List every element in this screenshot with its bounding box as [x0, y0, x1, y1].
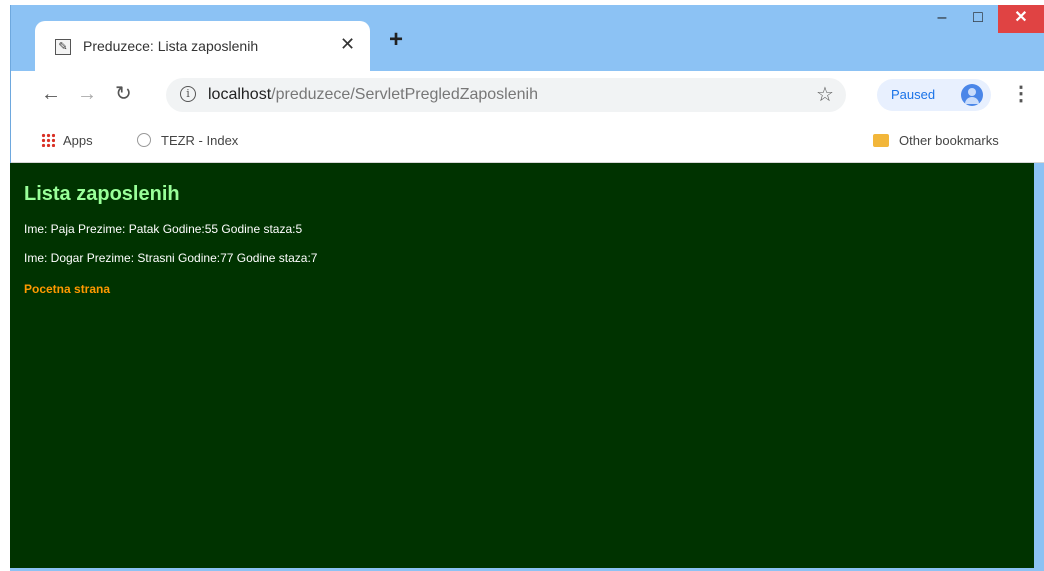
- plus-icon[interactable]: +: [389, 28, 403, 52]
- favicon-icon: ✎: [55, 39, 71, 55]
- star-icon[interactable]: ☆: [816, 82, 834, 107]
- info-icon[interactable]: i: [180, 86, 196, 102]
- toolbar: ← → ↻ i localhost/preduzece/ServletPregl…: [11, 71, 1044, 119]
- bookmark-apps-label: Apps: [63, 133, 93, 148]
- window-close-button[interactable]: ✕: [998, 5, 1044, 33]
- tab-active[interactable]: ✎ Preduzece: Lista zaposlenih ✕: [35, 21, 370, 71]
- url-host: localhost: [208, 86, 272, 103]
- bookmark-other-label: Other bookmarks: [899, 133, 999, 148]
- address-bar[interactable]: i localhost/preduzece/ServletPregledZapo…: [166, 78, 846, 112]
- employee-row: Ime: Dogar Prezime: Strasni Godine:77 Go…: [24, 251, 318, 265]
- home-link[interactable]: Pocetna strana: [24, 282, 110, 296]
- avatar-icon: [961, 84, 983, 106]
- employee-row: Ime: Paja Prezime: Patak Godine:55 Godin…: [24, 222, 303, 236]
- page-content: Lista zaposlenih Ime: Paja Prezime: Pata…: [10, 163, 1034, 568]
- folder-icon: [873, 134, 889, 147]
- bookmark-tezr-index[interactable]: TEZR - Index: [137, 133, 238, 148]
- apps-icon: [41, 133, 55, 147]
- menu-icon[interactable]: ⋮: [1011, 81, 1031, 107]
- profile-label: Paused: [891, 87, 936, 102]
- minimize-button[interactable]: –: [924, 5, 960, 33]
- close-icon[interactable]: ✕: [340, 34, 355, 55]
- bookmark-index-label: TEZR - Index: [161, 133, 239, 148]
- globe-icon: [137, 133, 151, 147]
- maximize-button[interactable]: □: [960, 5, 996, 33]
- bookmark-other[interactable]: Other bookmarks: [873, 133, 999, 148]
- bookmarks-bar: Apps TEZR - Index Other bookmarks: [11, 119, 1044, 163]
- back-icon[interactable]: ←: [41, 81, 61, 107]
- url-text[interactable]: localhost/preduzece/ServletPregledZaposl…: [208, 86, 538, 104]
- forward-icon[interactable]: →: [77, 81, 97, 107]
- reload-icon[interactable]: ↻: [115, 81, 132, 107]
- bookmark-apps[interactable]: Apps: [41, 133, 93, 148]
- profile-button[interactable]: Paused: [877, 79, 991, 111]
- tab-title: Preduzece: Lista zaposlenih: [83, 38, 259, 54]
- url-path: /preduzece/ServletPregledZaposlenih: [271, 86, 538, 103]
- page-title: Lista zaposlenih: [24, 183, 180, 205]
- tab-strip: ✎ Preduzece: Lista zaposlenih ✕ + – □ ✕: [11, 5, 1044, 71]
